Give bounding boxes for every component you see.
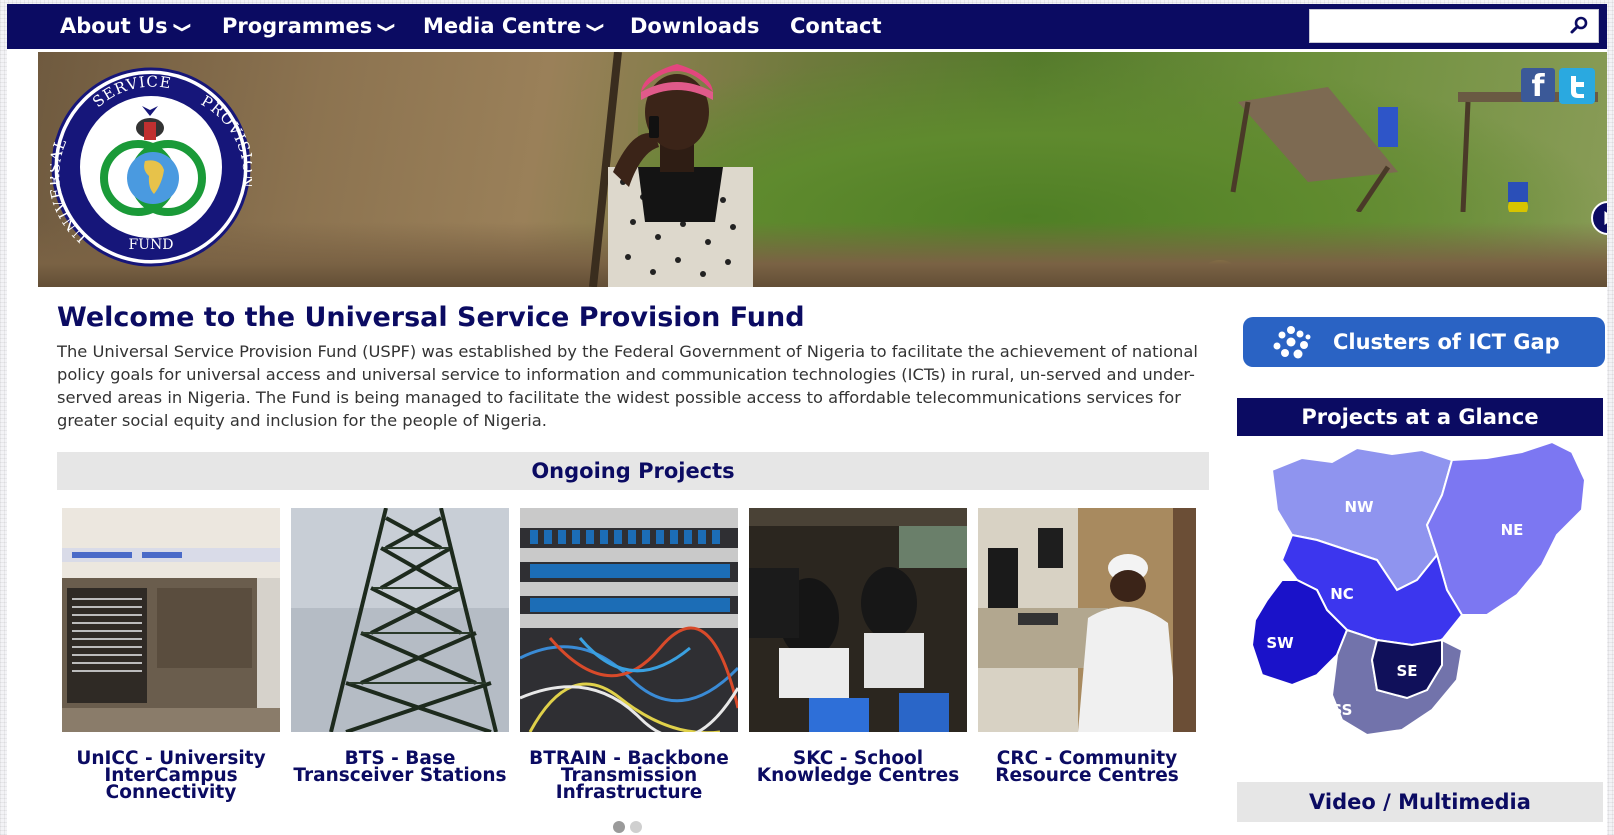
bts-tower-image xyxy=(291,507,509,734)
nav-item-media-centre[interactable]: Media Centre ❯ xyxy=(423,4,605,49)
project-card-unicc[interactable]: UnICC - University InterCampus Connectiv… xyxy=(62,508,280,803)
nav-label: Media Centre xyxy=(423,14,582,38)
nigeria-regions-map: NW NE NC SW SS SE xyxy=(1250,440,1587,737)
region-label-nc: NC xyxy=(1330,585,1354,603)
projects-at-a-glance-header: Projects at a Glance xyxy=(1237,398,1603,436)
nav-item-contact[interactable]: Contact xyxy=(790,4,882,49)
clusters-dots-icon xyxy=(1273,326,1311,359)
project-card-bts[interactable]: BTS - Base Transceiver Stations xyxy=(291,507,509,786)
btrain-patch-panel-image xyxy=(519,508,740,739)
search-icon[interactable] xyxy=(1568,15,1590,37)
page: About Us ❯ Programmes ❯ Media Centre ❯ Down… xyxy=(7,4,1607,835)
chevron-down-icon: ❯ xyxy=(585,21,606,34)
nav-item-downloads[interactable]: Downloads xyxy=(630,4,760,49)
carousel-pager xyxy=(613,818,647,835)
region-label-se: SE xyxy=(1396,662,1417,680)
project-card-crc[interactable]: CRC - Community Resource Centres xyxy=(978,508,1196,786)
clusters-of-ict-gap-button[interactable]: Clusters of ICT Gap xyxy=(1243,317,1605,367)
unicc-laptop-image xyxy=(62,508,280,732)
crc-computer-centre-image xyxy=(978,508,1196,732)
facebook-glyph: f xyxy=(1531,69,1545,104)
hero-banner xyxy=(38,52,1607,287)
region-label-nw: NW xyxy=(1344,498,1374,516)
hero-ground xyxy=(38,222,1607,287)
project-caption: BTRAIN - Backbone Transmission Infrastru… xyxy=(529,748,729,803)
clusters-label: Clusters of ICT Gap xyxy=(1333,330,1560,354)
region-label-ne: NE xyxy=(1501,521,1524,539)
ongoing-projects-header: Ongoing Projects xyxy=(57,452,1209,490)
project-card-skc[interactable]: SKC - School Knowledge Centres xyxy=(749,508,967,786)
facebook-icon[interactable]: f xyxy=(1521,68,1555,104)
skc-classroom-image xyxy=(749,508,967,732)
welcome-paragraph: The Universal Service Provision Fund (US… xyxy=(57,342,1198,430)
nav-label: Downloads xyxy=(630,14,760,38)
projects-at-a-glance-title: Projects at a Glance xyxy=(1301,405,1539,429)
top-navigation: About Us ❯ Programmes ❯ Media Centre ❯ Down… xyxy=(7,4,1607,49)
logo-uspf-text: USPF xyxy=(127,215,174,234)
carousel-dot-active[interactable] xyxy=(613,821,625,833)
page-title: Welcome to the Universal Service Provisi… xyxy=(57,302,805,333)
video-multimedia-header: Video / Multimedia xyxy=(1237,782,1603,822)
nav-item-programmes[interactable]: Programmes ❯ xyxy=(222,4,396,49)
nav-label: About Us xyxy=(60,14,168,38)
nav-label: Programmes xyxy=(222,14,373,38)
video-multimedia-title: Video / Multimedia xyxy=(1309,790,1531,814)
chevron-down-icon: ❯ xyxy=(377,21,397,34)
search-input[interactable] xyxy=(1316,11,1560,43)
uspf-logo: UNIVERSAL SERVICE PROVISION USPF FUND xyxy=(50,67,252,267)
nav-label: Contact xyxy=(790,14,882,38)
chevron-down-icon: ❯ xyxy=(172,21,192,34)
carousel-dot[interactable] xyxy=(630,821,642,833)
search-box xyxy=(1309,9,1599,43)
nav-item-about-us[interactable]: About Us ❯ xyxy=(60,4,192,49)
region-label-sw: SW xyxy=(1266,634,1294,652)
project-caption: CRC - Community Resource Centres xyxy=(995,748,1179,786)
project-caption: UnICC - University InterCampus Connectiv… xyxy=(76,748,266,803)
woman-with-phone-image xyxy=(589,52,753,287)
ongoing-projects-title: Ongoing Projects xyxy=(531,459,735,483)
twitter-icon[interactable] xyxy=(1559,68,1595,104)
project-card-btrain[interactable]: BTRAIN - Backbone Transmission Infrastru… xyxy=(519,508,740,803)
project-caption: SKC - School Knowledge Centres xyxy=(756,748,960,786)
logo-fund-text: FUND xyxy=(129,237,174,253)
region-label-ss: SS xyxy=(1332,701,1353,719)
project-caption: BTS - Base Transceiver Stations xyxy=(293,748,507,786)
